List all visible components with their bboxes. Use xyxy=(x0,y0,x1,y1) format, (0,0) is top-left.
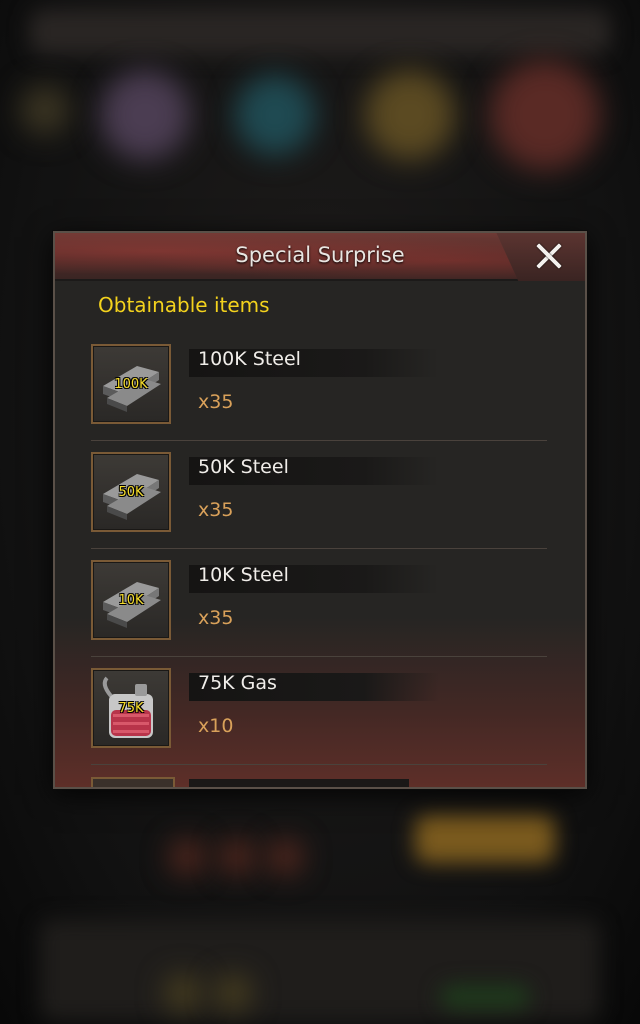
item-thumbnail[interactable]: 100K xyxy=(91,344,171,424)
item-badge: 50K xyxy=(118,485,144,500)
background-dot xyxy=(215,975,251,1011)
background-dot xyxy=(170,840,204,874)
background-icon xyxy=(365,70,455,160)
item-badge: 10K xyxy=(118,593,144,608)
list-item[interactable]: 10K 10K Steel x35 xyxy=(91,560,549,668)
list-item-partial-name xyxy=(189,779,409,787)
background-icon xyxy=(235,75,315,155)
dialog-titlebar: Special Surprise xyxy=(55,233,585,281)
section-label: Obtainable items xyxy=(98,293,270,317)
item-name: 50K Steel xyxy=(198,456,289,478)
list-item[interactable]: 50K 50K Steel x35 xyxy=(91,452,549,560)
item-thumbnail[interactable]: 10K xyxy=(91,560,171,640)
item-divider xyxy=(91,440,547,441)
background-top-bar xyxy=(30,10,610,54)
item-name: 75K Gas xyxy=(198,672,277,694)
item-count: x35 xyxy=(198,499,234,521)
background-button xyxy=(415,815,555,863)
background-button xyxy=(440,985,530,1009)
item-divider xyxy=(91,764,547,765)
background-dot xyxy=(220,840,254,874)
list-item[interactable]: 100K 100K Steel x35 xyxy=(91,344,549,452)
item-name: 10K Steel xyxy=(198,564,289,586)
list-item[interactable]: 75K 75K Gas x10 xyxy=(91,668,549,776)
item-badge: 75K xyxy=(118,701,144,716)
item-count: x35 xyxy=(198,391,234,413)
list-item-partial-thumbnail[interactable] xyxy=(91,777,175,787)
item-count: x35 xyxy=(198,607,234,629)
item-divider xyxy=(91,656,547,657)
item-count: x10 xyxy=(198,715,234,737)
item-thumbnail[interactable]: 75K xyxy=(91,668,171,748)
item-badge: 100K xyxy=(114,377,148,392)
reward-dialog: Special Surprise Obtainable items 100K 1… xyxy=(53,231,587,789)
background-dot xyxy=(165,975,201,1011)
background-icon xyxy=(100,70,190,160)
background-dot xyxy=(268,840,302,874)
item-list[interactable]: 100K 100K Steel x35 50K 50K Steel x35 10… xyxy=(91,344,549,776)
close-icon[interactable] xyxy=(531,238,567,274)
background-icon xyxy=(490,60,600,170)
item-divider xyxy=(91,548,547,549)
background-icon xyxy=(20,85,70,135)
item-thumbnail[interactable]: 50K xyxy=(91,452,171,532)
item-name: 100K Steel xyxy=(198,348,301,370)
